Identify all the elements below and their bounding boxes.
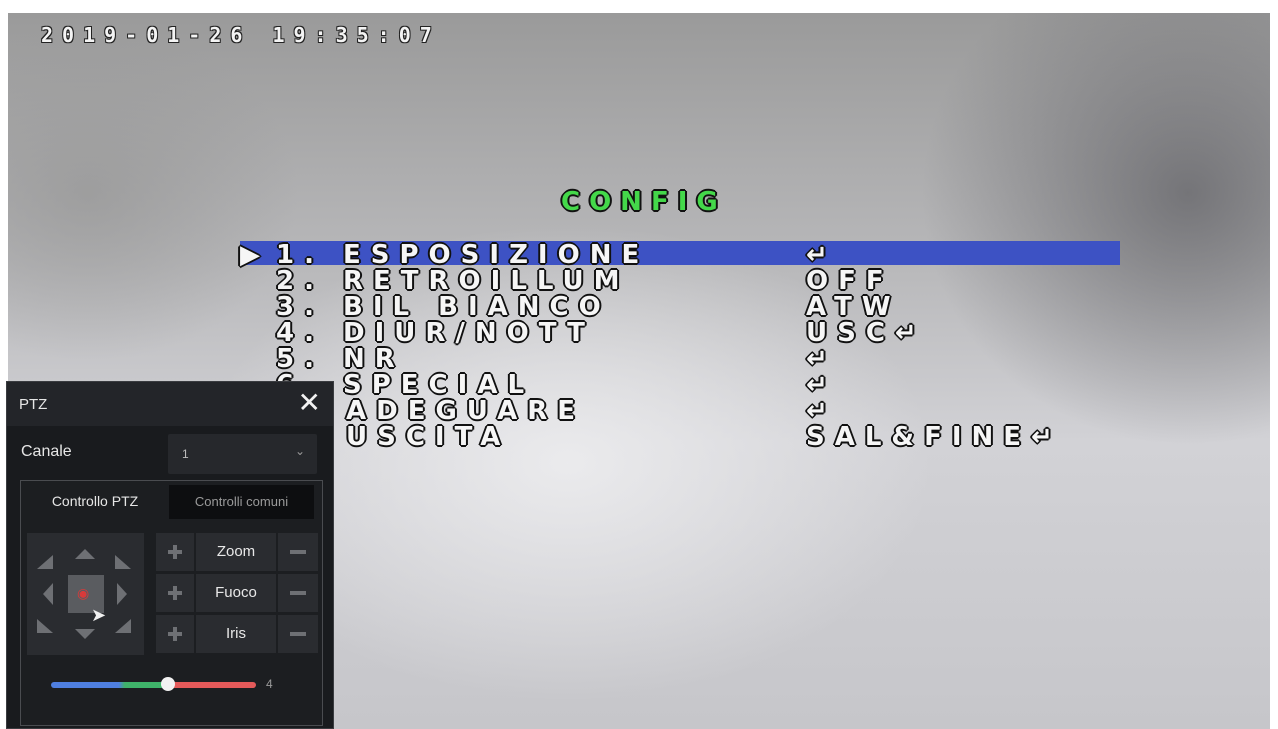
chevron-down-icon: ⌄ <box>294 444 305 458</box>
zoom-plus-button[interactable] <box>156 533 194 571</box>
arrow-up-icon[interactable] <box>75 549 95 559</box>
arrow-up-left-icon[interactable] <box>37 555 53 569</box>
video-timestamp: 2019-01-26 19:35:07 <box>41 23 441 47</box>
minus-icon <box>290 632 306 636</box>
osd-item-label: USCITA <box>346 422 511 452</box>
arrow-down-left-icon[interactable] <box>37 619 53 633</box>
arrow-up-right-icon[interactable] <box>115 555 131 569</box>
tab-controlli-comuni[interactable]: Controlli comuni <box>169 485 314 519</box>
zoom-minus-button[interactable] <box>278 533 318 571</box>
channel-label: Canale <box>21 443 72 460</box>
zoom-control: Zoom <box>156 533 318 573</box>
osd-item-label: ADEGUARE <box>346 396 586 426</box>
osd-item-value: ↵ <box>806 370 838 400</box>
focus-plus-button[interactable] <box>156 574 194 612</box>
focus-label: Fuoco <box>196 574 276 612</box>
mouse-cursor-icon: ➤ <box>91 605 107 625</box>
osd-menu-title: CONFIG <box>561 187 727 217</box>
osd-item-value: SAL&FINE↵ <box>806 422 1063 452</box>
iris-control: Iris <box>156 615 318 655</box>
osd-item-value: ATW <box>806 292 901 322</box>
ptz-speed-slider[interactable] <box>51 677 256 691</box>
ptz-panel-header: PTZ ✕ <box>7 382 333 426</box>
channel-select-value: 1 <box>182 447 189 461</box>
minus-icon <box>290 591 306 595</box>
zoom-label: Zoom <box>196 533 276 571</box>
selection-arrow-icon: ▶ <box>240 240 270 270</box>
auto-scan-icon: ◉ <box>77 585 90 601</box>
osd-item-value: OFF <box>806 266 894 296</box>
ptz-speed-value: 4 <box>266 677 273 691</box>
arrow-left-icon[interactable] <box>43 583 53 605</box>
ptz-panel: PTZ ✕ Canale 1 ⌄ Controllo PTZ Controlli… <box>6 381 334 729</box>
arrow-down-icon[interactable] <box>75 629 95 639</box>
iris-plus-button[interactable] <box>156 615 194 653</box>
focus-minus-button[interactable] <box>278 574 318 612</box>
ptz-panel-title: PTZ <box>19 396 48 413</box>
channel-select[interactable]: 1 ⌄ <box>168 434 317 474</box>
close-icon[interactable]: ✕ <box>298 388 321 418</box>
iris-minus-button[interactable] <box>278 615 318 653</box>
minus-icon <box>290 550 306 554</box>
arrow-down-right-icon[interactable] <box>115 619 131 633</box>
arrow-right-icon[interactable] <box>117 583 127 605</box>
ptz-speed-slider-knob[interactable] <box>160 677 175 691</box>
osd-item-value: ↵ <box>806 344 838 374</box>
ptz-lens-controls: Zoom Fuoco Iris <box>156 533 318 655</box>
ptz-controls-box: Controllo PTZ Controlli comuni ◉ ➤ Zoom <box>20 480 323 726</box>
focus-control: Fuoco <box>156 574 318 614</box>
osd-item-value: ↵ <box>806 240 838 270</box>
ptz-direction-pad: ◉ ➤ <box>27 533 144 655</box>
osd-item-value: ↵ <box>806 396 838 426</box>
iris-label: Iris <box>196 615 276 653</box>
osd-item-value: USC↵ <box>806 318 927 348</box>
tab-controllo-ptz[interactable]: Controllo PTZ <box>21 481 169 521</box>
